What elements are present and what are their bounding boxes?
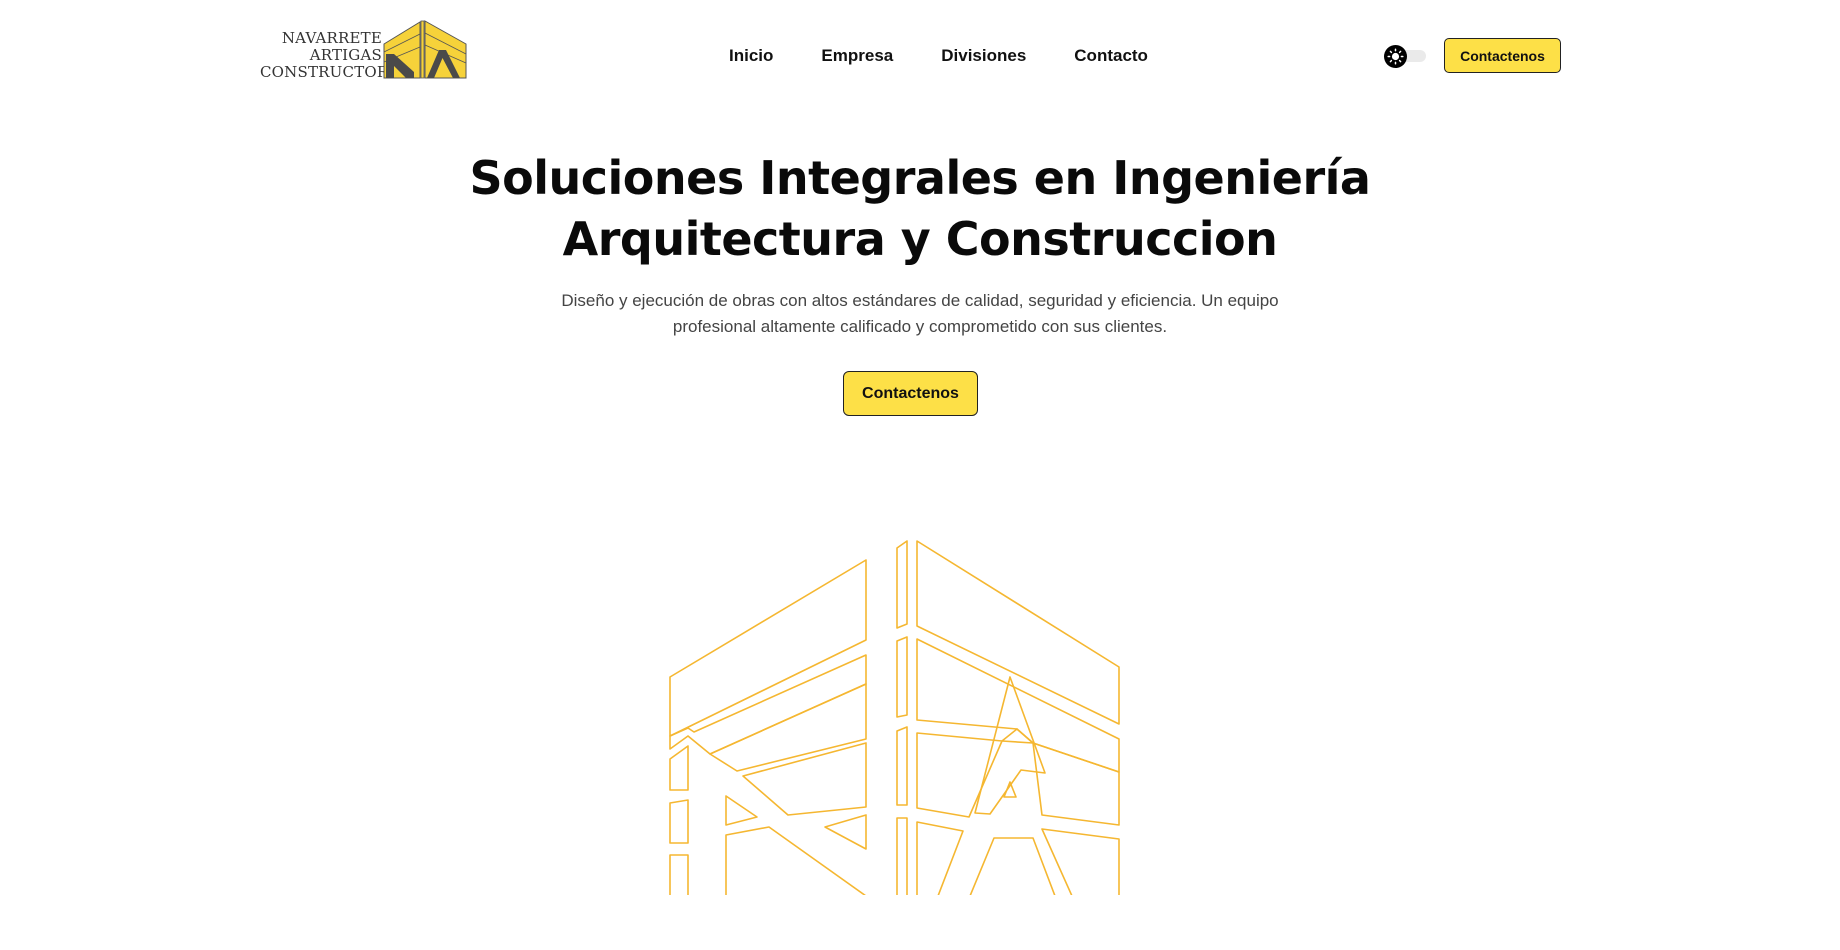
logo-line-1: NAVARRETE <box>281 29 382 47</box>
hero-contact-button[interactable]: Contactenos <box>843 371 978 416</box>
main-nav: Inicio Empresa Divisiones Contacto <box>729 44 1196 68</box>
nav-inicio[interactable]: Inicio <box>729 44 773 68</box>
site-header: NAVARRETE ARTIGAS CONSTRUCTORA Inicio Em… <box>0 0 1840 110</box>
header-contact-button[interactable]: Contactenos <box>1444 38 1561 73</box>
nav-contacto[interactable]: Contacto <box>1074 44 1148 68</box>
toggle-knob <box>1384 45 1407 68</box>
hero-title-line-1: Soluciones Integrales en Ingeniería <box>469 151 1371 205</box>
hero-title-line-2: Arquitectura y Construccion <box>562 212 1278 266</box>
hero-subtitle-line-2: profesional altamente calificado y compr… <box>672 317 1168 336</box>
logo-line-3: CONSTRUCTORA <box>260 63 400 81</box>
na-logo-outline-illustration <box>669 540 1120 895</box>
nav-empresa[interactable]: Empresa <box>821 44 893 68</box>
hero-subtitle: Diseño y ejecución de obras con altos es… <box>560 288 1280 340</box>
sun-icon <box>1387 48 1404 65</box>
hero-title: Soluciones Integrales en Ingeniería Arqu… <box>420 148 1420 270</box>
na-building-icon <box>383 20 467 79</box>
hero-subtitle-line-1: Diseño y ejecución de obras con altos es… <box>561 291 1279 310</box>
nav-divisiones[interactable]: Divisiones <box>941 44 1026 68</box>
theme-toggle[interactable] <box>1384 45 1426 68</box>
logo-line-2: ARTIGAS <box>309 46 382 64</box>
company-logo[interactable]: NAVARRETE ARTIGAS CONSTRUCTORA <box>260 20 470 82</box>
logo-wordmark: NAVARRETE ARTIGAS CONSTRUCTORA <box>260 29 400 81</box>
